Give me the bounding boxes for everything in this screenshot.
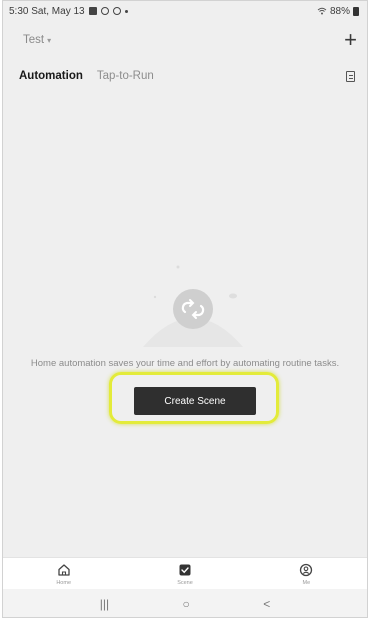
nav-home-label: Home [56, 580, 71, 586]
gallery-notification-icon [88, 7, 97, 15]
more-notifications-icon [124, 9, 128, 13]
system-nav-bar: ||| ○ < [3, 589, 367, 617]
battery-icon [353, 6, 359, 16]
nav-home[interactable]: Home [3, 558, 124, 590]
automation-illustration [143, 265, 243, 347]
nav-scene-label: Scene [177, 580, 193, 586]
add-icon[interactable]: + [344, 29, 357, 51]
top-bar: Test ▾ + [3, 29, 367, 51]
list-icon[interactable] [346, 70, 355, 82]
app-screen: 5:30 Sat, May 13 88% Test ▾ + Automation… [2, 0, 368, 618]
nav-me[interactable]: Me [246, 558, 367, 590]
chevron-down-icon: ▾ [47, 35, 52, 45]
home-icon [58, 564, 70, 576]
status-time-date: 5:30 Sat, May 13 [9, 5, 85, 17]
wifi-icon [317, 7, 327, 15]
nav-me-label: Me [302, 580, 311, 586]
notification-icon [100, 7, 109, 15]
create-scene-button[interactable]: Create Scene [134, 387, 256, 415]
battery-level: 88% [329, 5, 350, 17]
nav-scene[interactable]: Scene [124, 558, 245, 590]
home-selector[interactable]: Test ▾ [23, 34, 51, 46]
recents-button[interactable]: ||| [100, 597, 109, 611]
tab-tap-to-run[interactable]: Tap-to-Run [97, 70, 154, 82]
profile-icon [300, 563, 313, 577]
scene-icon [179, 564, 191, 576]
bottom-nav: Home Scene Me [3, 557, 367, 590]
status-bar: 5:30 Sat, May 13 88% [3, 1, 367, 21]
settings-notification-icon [112, 7, 121, 15]
back-button[interactable]: < [263, 597, 270, 611]
tab-automation[interactable]: Automation [19, 70, 83, 82]
home-name: Test [23, 34, 45, 46]
scene-tabs: Automation Tap-to-Run [3, 67, 367, 85]
empty-state-message: Home automation saves your time and effo… [30, 358, 340, 369]
home-button[interactable]: ○ [183, 597, 190, 611]
